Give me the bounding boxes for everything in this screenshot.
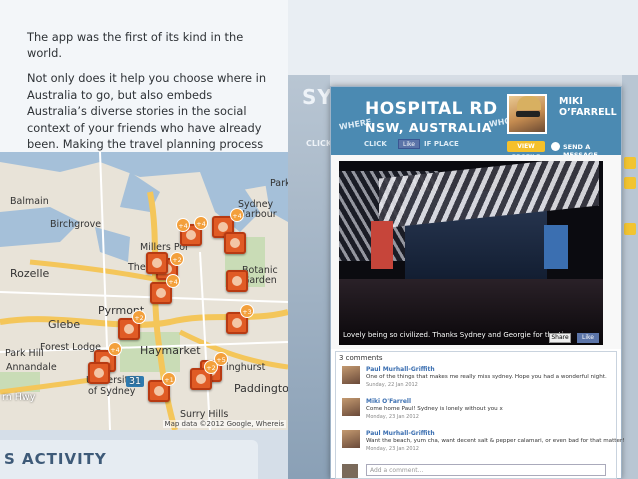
comment-item: Paul Murhall-Griffith One of the things …	[342, 366, 614, 394]
pin-count-badge: +2	[132, 310, 146, 324]
pin-count-badge: +4	[176, 218, 190, 232]
map-label: Annandale	[6, 362, 57, 373]
avatar-hair	[517, 96, 541, 110]
map-label: Haymarket	[140, 344, 201, 357]
comments-section: 3 comments Paul Murhall-Griffith One of …	[335, 351, 624, 479]
current-user-avatar	[342, 464, 358, 478]
map-label: rn Hwy	[2, 392, 36, 403]
facebook-like-button[interactable]: Like	[577, 333, 599, 343]
background-sidebar: SYD CLICK	[288, 75, 350, 479]
photo-screen-left	[371, 221, 393, 269]
intro-text-panel: The app was the first of its kind in the…	[0, 0, 288, 168]
map-label: inghurst	[226, 362, 266, 373]
photo-caption: Lovely being so civilized. Thanks Sydney…	[343, 331, 568, 339]
popup-body: Lovely being so civilized. Thanks Sydney…	[331, 155, 621, 349]
popup-header: WHERE HOSPITAL RD NSW, AUSTRALIA CLICK L…	[331, 87, 621, 161]
background-right-strip	[622, 75, 638, 479]
pin-count-badge: +4	[108, 342, 122, 356]
map-label: Rozelle	[10, 267, 50, 280]
pin-count-badge: +2	[170, 252, 184, 266]
comment-item: Paul Murhall-Griffith Want the beach, yu…	[342, 430, 624, 458]
avatar[interactable]	[507, 94, 547, 134]
background-click-label: CLICK	[306, 139, 333, 148]
facebook-like-button[interactable]: Like	[398, 139, 420, 149]
pin-count-badge: +2	[204, 360, 218, 374]
comment-author[interactable]: Paul Murhall-Griffith	[366, 430, 435, 437]
location-pin[interactable]	[146, 252, 168, 274]
view-profile-button[interactable]: VIEW PROFILE	[507, 141, 545, 161]
message-icon	[551, 142, 560, 151]
pin-count-badge: +1	[162, 372, 176, 386]
avatar-sunglasses	[516, 111, 540, 117]
map-label: Park	[270, 178, 288, 189]
comment-avatar[interactable]	[342, 430, 360, 448]
map-label: Surry Hills	[180, 409, 229, 420]
add-comment-input[interactable]: Add a comment...	[366, 464, 606, 476]
comment-avatar[interactable]	[342, 398, 360, 416]
activity-section: S ACTIVITY	[0, 430, 288, 479]
yellow-tag-icon	[624, 157, 636, 169]
pin-count-badge: +4	[166, 274, 180, 288]
place-region: NSW, AUSTRALIA	[365, 120, 492, 135]
map-credit: Map data ©2012 Google, Whereis	[162, 420, 286, 428]
comments-count: 3 comments	[339, 354, 383, 362]
activity-title: S ACTIVITY	[4, 450, 107, 468]
map-label: Park Hill	[5, 348, 44, 359]
location-pin[interactable]	[226, 270, 248, 292]
comment-avatar[interactable]	[342, 366, 360, 384]
place-popup: WHERE HOSPITAL RD NSW, AUSTRALIA CLICK L…	[330, 86, 624, 479]
route-shield: 31	[126, 376, 145, 387]
map-label: Paddington	[234, 382, 288, 395]
comment-author[interactable]: Paul Murhall-Griffith	[366, 366, 435, 373]
comment-item: Miki O'Farrell Come home Paul! Sydney is…	[342, 398, 614, 426]
comment-text: Come home Paul! Sydney is lonely without…	[366, 406, 503, 412]
event-photo[interactable]: Lovely being so civilized. Thanks Sydney…	[339, 161, 603, 345]
pin-count-badge: +4	[194, 216, 208, 230]
comment-text: Want the beach, yum cha, want decent sal…	[366, 438, 625, 444]
comment-text: One of the things that makes me really m…	[366, 374, 607, 380]
person-name[interactable]: MIKI O’FARRELL	[559, 96, 621, 118]
yellow-tag-icon	[624, 223, 636, 235]
comment-date: Sunday, 22 Jan 2012	[366, 382, 418, 388]
pin-count-badge: +4	[230, 208, 244, 222]
map-label: Birchgrove	[50, 219, 102, 230]
map-label: of Sydney	[88, 386, 136, 397]
comment-author[interactable]: Miki O'Farrell	[366, 398, 411, 405]
share-button[interactable]: Share	[549, 333, 571, 343]
map[interactable]: Birchgrove Rozelle Millers Poi The Roc S…	[0, 152, 288, 430]
yellow-tag-icon	[624, 177, 636, 189]
pin-count-badge: +3	[240, 304, 254, 318]
map-label: Balmain	[10, 196, 49, 207]
intro-headline: The app was the first of its kind in the…	[27, 30, 244, 60]
photo-screen-right	[544, 225, 568, 269]
location-pin[interactable]	[224, 232, 246, 254]
place-label: IF PLACE	[424, 140, 459, 148]
location-pin[interactable]	[88, 362, 110, 384]
comment-date: Monday, 23 Jan 2012	[366, 414, 419, 420]
map-label: Forest Lodge	[40, 342, 102, 353]
map-label: Glebe	[48, 318, 81, 331]
comment-date: Monday, 23 Jan 2012	[366, 446, 419, 452]
place-name: HOSPITAL RD	[365, 99, 498, 119]
click-label: CLICK	[364, 140, 387, 148]
